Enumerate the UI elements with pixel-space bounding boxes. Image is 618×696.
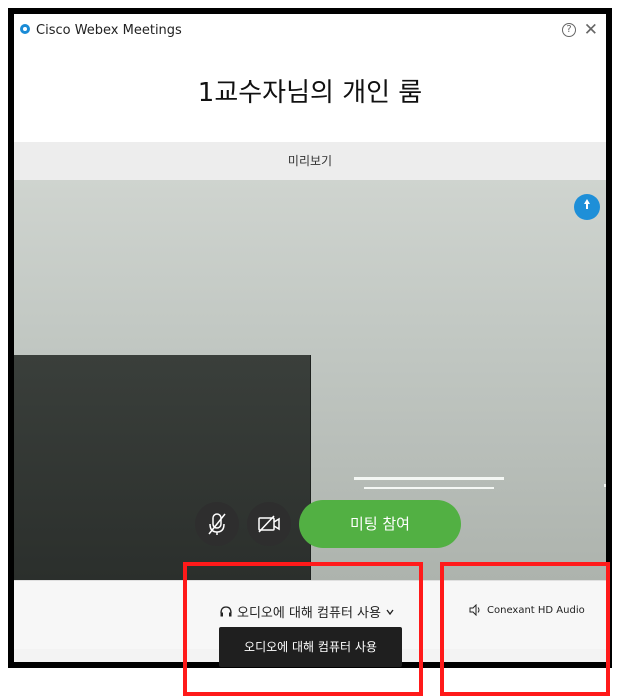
preview-label: 미리보기 xyxy=(14,142,606,180)
title-bar: Cisco Webex Meetings ? ✕ xyxy=(14,14,606,52)
ceiling-light xyxy=(364,487,494,489)
room-title: 1교수자님의 개인 룸 xyxy=(197,78,423,108)
help-icon[interactable]: ? xyxy=(562,23,576,37)
ceiling-light xyxy=(604,484,606,487)
blackboard xyxy=(14,355,311,580)
close-icon[interactable]: ✕ xyxy=(584,20,598,40)
camera-button[interactable] xyxy=(247,502,291,546)
microphone-muted-icon xyxy=(208,513,226,535)
app-title: Cisco Webex Meetings xyxy=(36,23,182,38)
join-meeting-button[interactable]: 미팅 참여 xyxy=(299,500,461,548)
webex-logo-icon xyxy=(20,24,30,34)
highlight-box-audio xyxy=(183,562,423,696)
pin-icon[interactable] xyxy=(574,194,600,220)
highlight-box-device xyxy=(440,562,610,696)
ceiling-light xyxy=(354,477,504,480)
room-header: 1교수자님의 개인 룸 xyxy=(14,52,606,142)
mute-button[interactable] xyxy=(195,502,239,546)
camera-off-icon xyxy=(258,515,280,533)
